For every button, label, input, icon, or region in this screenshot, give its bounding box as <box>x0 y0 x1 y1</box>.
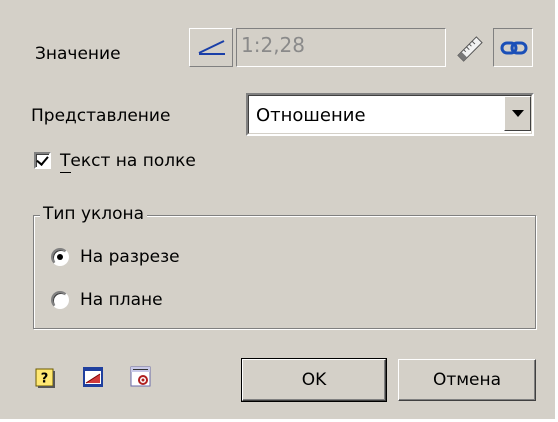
svg-text:?: ? <box>41 372 49 387</box>
value-field[interactable]: 1:2,28 <box>236 28 446 67</box>
link-icon <box>500 41 528 55</box>
shelf-text-checkbox[interactable] <box>34 152 51 169</box>
representation-label: Представление <box>31 106 171 126</box>
representation-selected-value: Отношение <box>256 105 366 126</box>
radio-plan[interactable] <box>51 291 69 309</box>
slope-type-group <box>33 215 536 329</box>
value-label: Значение <box>35 44 121 64</box>
help-icon[interactable]: ? <box>34 367 56 389</box>
ruler-icon[interactable] <box>455 34 485 64</box>
slope-angle-button[interactable] <box>189 28 233 67</box>
link-toggle-button[interactable] <box>493 28 533 67</box>
mnemonic-underline <box>60 172 71 173</box>
cancel-button[interactable]: Отмена <box>398 359 536 401</box>
dropdown-arrow-button[interactable] <box>504 96 531 131</box>
radio-section[interactable] <box>51 248 69 266</box>
slope-angle-icon <box>198 40 225 55</box>
shelf-text-label[interactable]: Текст на полке <box>60 151 196 171</box>
radio-section-label[interactable]: На разрезе <box>80 247 180 267</box>
radio-plan-label[interactable]: На плане <box>80 290 163 310</box>
slope-dialog: Значение 1:2,28 Представление Отношение <box>0 0 558 422</box>
settings-icon[interactable] <box>130 366 152 388</box>
template-icon[interactable] <box>82 366 104 388</box>
slope-type-title: Тип уклона <box>40 204 148 224</box>
representation-select[interactable]: Отношение <box>246 93 534 136</box>
ok-button[interactable]: OK <box>241 358 387 402</box>
